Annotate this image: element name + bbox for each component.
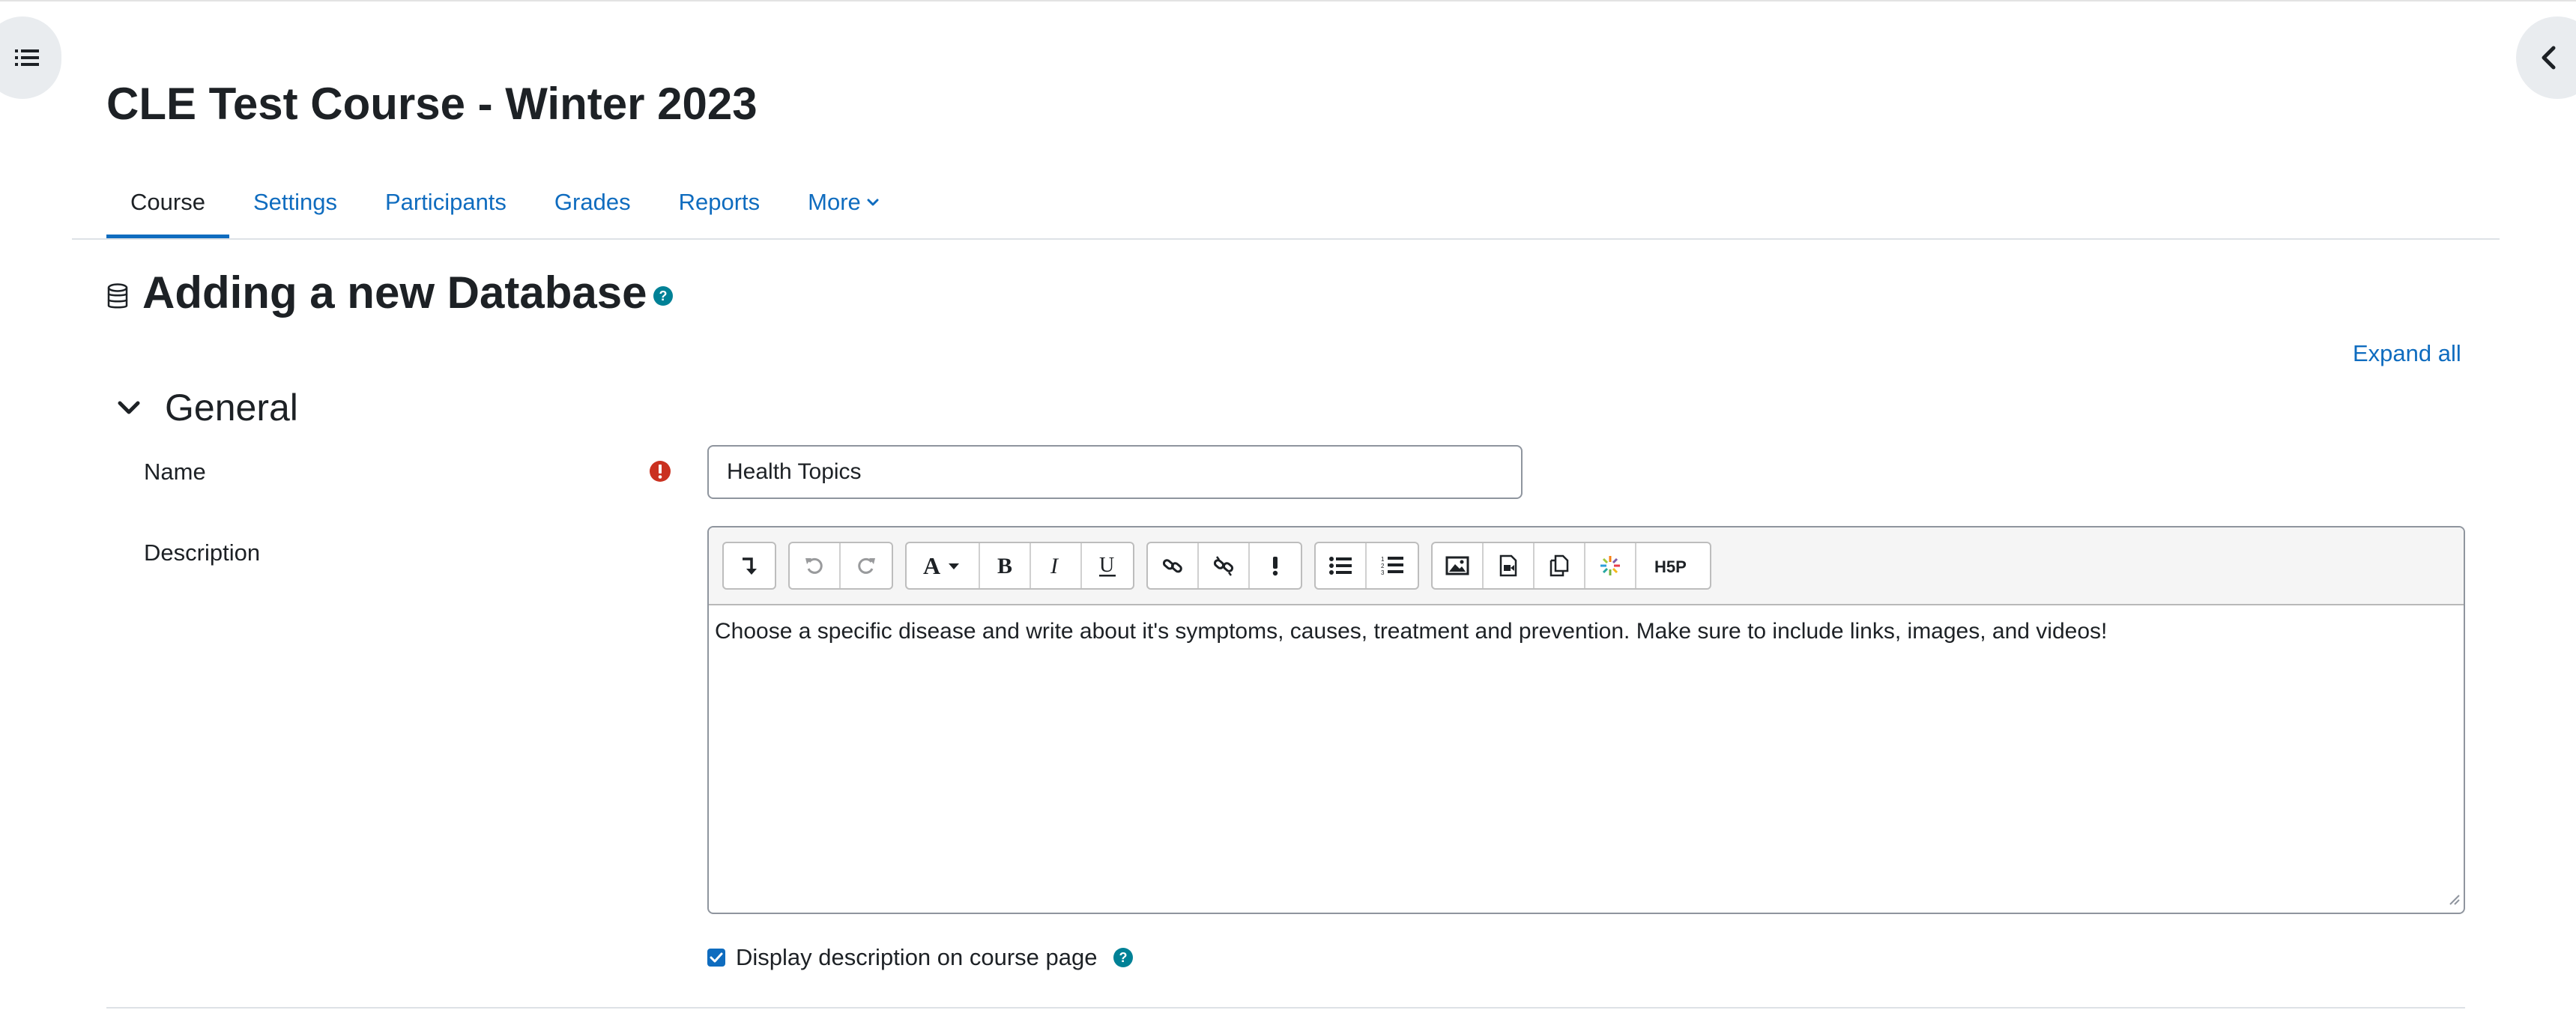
italic-icon: I xyxy=(1050,554,1059,577)
tab-participants[interactable]: Participants xyxy=(361,166,530,238)
bold-button[interactable]: B xyxy=(980,543,1031,588)
expand-all-link[interactable]: Expand all xyxy=(2353,340,2461,367)
svg-text:?: ? xyxy=(1119,950,1127,965)
insert-media-button[interactable] xyxy=(1484,543,1535,588)
course-title: CLE Test Course - Winter 2023 xyxy=(106,79,758,129)
redo-button[interactable] xyxy=(841,543,892,588)
description-textarea[interactable]: Choose a specific disease and write abou… xyxy=(709,605,2464,658)
chevron-left-icon xyxy=(2542,46,2556,70)
top-border xyxy=(0,0,2576,1)
svg-text:B: B xyxy=(997,554,1012,577)
required-icon xyxy=(649,460,671,483)
display-description-checkbox[interactable] xyxy=(707,949,725,967)
accessibility-check-icon xyxy=(1272,557,1278,576)
nav-divider xyxy=(72,238,2500,240)
checkmark-icon xyxy=(710,952,723,963)
svg-text:1: 1 xyxy=(1381,556,1385,563)
section-general-header[interactable]: General xyxy=(117,384,298,432)
toolbar-group-media: H5P xyxy=(1431,542,1711,590)
chevron-down-icon xyxy=(867,198,879,207)
help-icon[interactable]: ? xyxy=(653,285,674,310)
svg-text:U: U xyxy=(1099,554,1114,577)
database-icon xyxy=(107,283,128,309)
numbered-list-icon: 123 xyxy=(1381,556,1403,576)
accessibility-checker-button[interactable] xyxy=(1250,543,1301,588)
page-heading: Adding a new Database ? xyxy=(106,265,674,319)
section-title: General xyxy=(165,387,298,429)
numbered-list-button[interactable]: 123 xyxy=(1367,543,1418,588)
underline-icon: U xyxy=(1099,554,1116,577)
help-icon[interactable]: ? xyxy=(1113,947,1134,968)
bold-icon: B xyxy=(997,554,1012,577)
svg-text:H5P: H5P xyxy=(1654,557,1687,575)
name-input[interactable]: Health Topics xyxy=(707,445,1523,499)
page-title: Adding a new Database xyxy=(142,267,647,318)
h5p-icon: H5P xyxy=(1654,557,1687,575)
link-icon xyxy=(1162,559,1182,573)
chevron-down-icon xyxy=(117,399,147,416)
svg-text:2: 2 xyxy=(1381,563,1385,569)
media-icon xyxy=(1499,554,1517,577)
toggle-toolbar-icon xyxy=(743,557,757,575)
description-label: Description xyxy=(144,539,261,566)
toolbar-group-collapse xyxy=(722,542,776,590)
unlink-button[interactable] xyxy=(1199,543,1250,588)
tab-more[interactable]: More xyxy=(784,166,903,238)
resize-handle-icon[interactable] xyxy=(2449,894,2461,910)
bullet-list-icon xyxy=(1329,557,1352,575)
toolbar-group-lists: 123 xyxy=(1314,542,1419,590)
name-label: Name xyxy=(144,459,206,485)
svg-text:?: ? xyxy=(659,288,668,303)
underline-button[interactable]: U xyxy=(1082,543,1133,588)
recordrtc-icon xyxy=(1600,556,1620,575)
manage-files-button[interactable] xyxy=(1535,543,1585,588)
link-button[interactable] xyxy=(1148,543,1199,588)
unlink-icon xyxy=(1213,556,1234,576)
toolbar-group-history xyxy=(788,542,893,590)
editor-toolbar: A B I U 1 2 3 H5P xyxy=(709,527,2464,605)
svg-text:A: A xyxy=(923,554,940,577)
svg-text:I: I xyxy=(1050,554,1059,577)
font-style-icon: A xyxy=(923,554,959,577)
svg-text:3: 3 xyxy=(1381,569,1385,576)
description-editor: A B I U 1 2 3 H5P Choose a specific dise… xyxy=(707,526,2465,914)
display-description-label[interactable]: Display description on course page xyxy=(736,944,1098,971)
bullet-list-button[interactable] xyxy=(1316,543,1367,588)
section-divider xyxy=(106,1007,2465,1009)
display-description-row: Display description on course page ? xyxy=(707,943,1134,973)
tab-grades[interactable]: Grades xyxy=(530,166,655,238)
toolbar-group-links xyxy=(1146,542,1302,590)
record-button[interactable] xyxy=(1585,543,1636,588)
font-style-button[interactable]: A xyxy=(907,543,980,588)
undo-icon xyxy=(805,557,823,574)
course-secondary-nav: Course Settings Participants Grades Repo… xyxy=(106,166,903,238)
undo-button[interactable] xyxy=(790,543,841,588)
italic-button[interactable]: I xyxy=(1031,543,1082,588)
toolbar-group-style: A B I U xyxy=(905,542,1134,590)
redo-icon xyxy=(858,557,875,574)
toggle-toolbar-button[interactable] xyxy=(724,543,775,588)
course-index-drawer-toggle[interactable] xyxy=(0,16,61,99)
list-icon xyxy=(15,49,39,66)
image-icon xyxy=(1445,556,1469,575)
tab-settings[interactable]: Settings xyxy=(229,166,361,238)
manage-files-icon xyxy=(1549,554,1569,577)
insert-image-button[interactable] xyxy=(1433,543,1484,588)
block-drawer-toggle[interactable] xyxy=(2516,16,2576,99)
tab-reports[interactable]: Reports xyxy=(655,166,784,238)
tab-course[interactable]: Course xyxy=(106,166,229,238)
insert-h5p-button[interactable]: H5P xyxy=(1636,543,1710,588)
